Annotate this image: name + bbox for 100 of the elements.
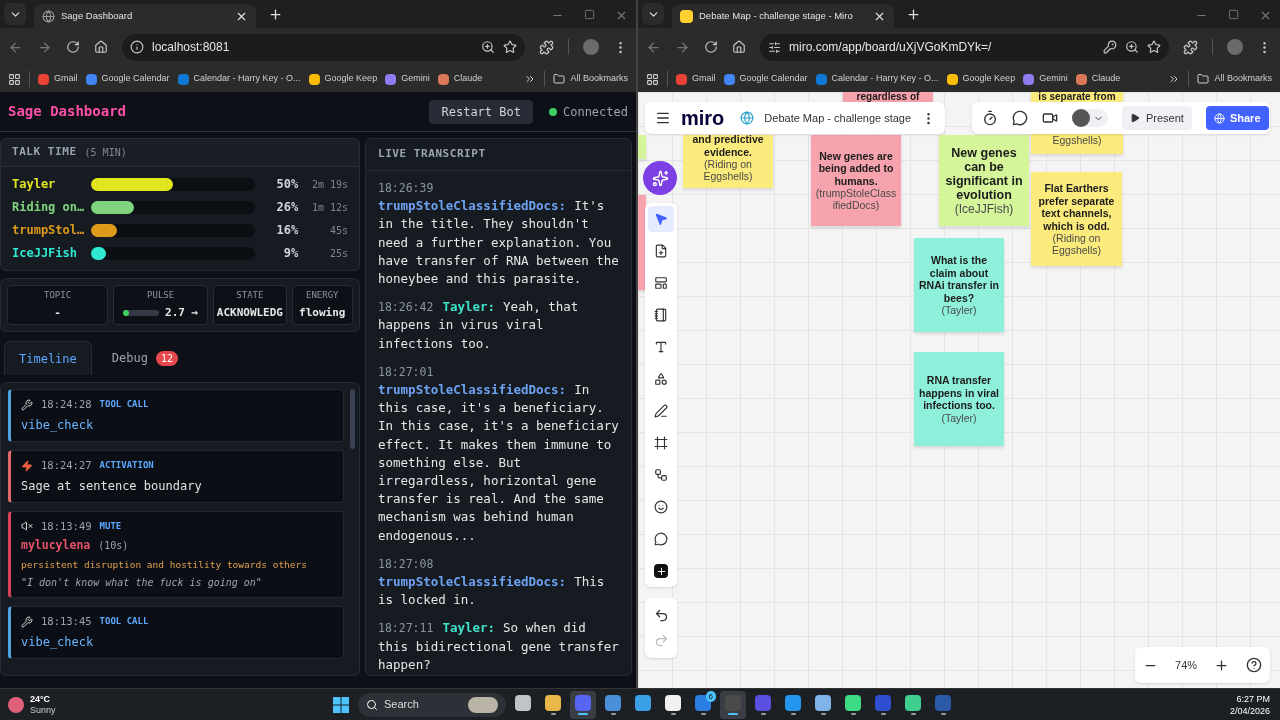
share-button[interactable]: Share <box>1205 106 1269 130</box>
bookmark[interactable]: Google Keep <box>308 72 378 86</box>
sticky-text: What is the claim about RNAi transfer in bees? <box>918 254 1000 304</box>
sticky-note[interactable]: regardless of <box>843 92 933 102</box>
taskbar-app[interactable] <box>570 690 596 719</box>
new-tab-icon[interactable] <box>268 7 283 22</box>
all-bookmarks[interactable]: All Bookmarks <box>1197 72 1272 86</box>
home-icon[interactable] <box>732 40 746 54</box>
present-button[interactable]: Present <box>1122 106 1192 130</box>
bookmark[interactable]: Gemini <box>1023 72 1068 86</box>
event-time: 18:24:27 <box>41 457 92 473</box>
weather-icon[interactable] <box>8 696 24 713</box>
back-icon[interactable] <box>646 39 661 55</box>
search-box[interactable]: Search <box>358 692 506 717</box>
key-icon[interactable] <box>1103 40 1117 54</box>
sticky-note[interactable]: RNA transfer happens in viral infections too. (Tayler) <box>914 352 1004 446</box>
bookmark[interactable]: Claude <box>1075 72 1121 86</box>
notification-badge: 6 <box>705 690 716 702</box>
bookmark[interactable]: Gmail <box>676 72 716 86</box>
sticky-author: (Tayler) <box>941 304 977 316</box>
weather-condition: Sunny <box>30 704 56 716</box>
bookmark[interactable]: Google Calendar <box>723 72 808 86</box>
reload-icon[interactable] <box>704 40 718 54</box>
profile-avatar[interactable] <box>583 39 599 55</box>
sticky-note[interactable]: and predictive evidence. (Riding on Eggshells) <box>683 135 773 188</box>
extensions-icon[interactable] <box>1183 39 1198 55</box>
mute-quote: "I don't know what the fuck is going on" <box>21 575 263 590</box>
muted-user: mylucylena <box>21 537 91 555</box>
template-icon <box>654 276 668 290</box>
maximize-icon[interactable] <box>584 9 595 20</box>
help-icon[interactable] <box>1245 657 1262 673</box>
zoom-level[interactable]: 74% <box>1175 656 1198 674</box>
cursor-tool[interactable] <box>648 206 674 232</box>
reload-icon[interactable] <box>66 40 80 54</box>
sticky-note[interactable]: New genes are being added to humans. (trumpStoleClassifiedDocs) <box>811 135 901 226</box>
tab-list-button[interactable] <box>4 3 26 25</box>
transcript-message: 18:27:08 trumpStoleClassifiedDocs: This is locked in. <box>378 555 606 610</box>
play-icon <box>1130 113 1140 123</box>
bookmark[interactable]: Claude <box>437 72 483 86</box>
clock-date: 2/04/2026 <box>1229 704 1270 717</box>
avatar-menu[interactable] <box>1072 109 1108 127</box>
smiley-icon <box>654 500 668 514</box>
home-icon[interactable] <box>94 40 108 54</box>
all-bookmarks[interactable]: All Bookmarks <box>553 72 628 86</box>
chat-icon[interactable] <box>1012 110 1028 126</box>
maximize-icon[interactable] <box>1228 9 1239 20</box>
star-icon[interactable] <box>1147 40 1161 54</box>
panel-title: TALK TIME <box>12 144 77 161</box>
back-icon[interactable] <box>8 39 23 55</box>
board-title[interactable]: Debate Map - challenge stage <box>764 109 912 127</box>
profile-avatar[interactable] <box>1227 39 1243 55</box>
new-tab-icon[interactable] <box>906 7 921 22</box>
apps-icon[interactable] <box>8 72 21 86</box>
sticky-text: regardless of <box>856 92 920 102</box>
favicon-icon <box>680 9 693 23</box>
forward-icon[interactable] <box>37 39 52 55</box>
video-icon[interactable] <box>1042 110 1058 126</box>
scrollbar-thumb[interactable] <box>350 389 355 449</box>
panel-tab[interactable]: Timeline <box>4 341 92 375</box>
apps-icon[interactable] <box>646 72 659 86</box>
sticky-note[interactable]: What is the claim about RNAi transfer in bees? (Tayler) <box>914 238 1004 332</box>
forward-icon[interactable] <box>675 39 690 55</box>
bookmark[interactable]: Gemini <box>385 72 430 86</box>
browser-tab[interactable]: Sage Dashboard <box>34 4 256 28</box>
temperature: 24°C <box>30 693 52 705</box>
bookmark[interactable]: Calendar - Harry Key - O... <box>177 72 301 86</box>
panel-tab[interactable]: Debug 12 <box>97 341 192 375</box>
site-settings-icon <box>768 40 781 54</box>
bookmark[interactable]: Google Keep <box>946 72 1016 86</box>
bookmark[interactable]: Calendar - Harry Key - O... <box>815 72 939 86</box>
restart-bot-button[interactable]: Restart Bot <box>429 99 533 124</box>
sticky-note[interactable]: Flat Earthers prefer separate text channels, which is odd. (Riding on Eggshells) <box>1031 172 1122 266</box>
taskbar-app[interactable] <box>720 690 746 719</box>
address-bar[interactable]: miro.com/app/board/uXjVGoKmDYk=/ <box>760 33 1169 61</box>
zoom-icon[interactable] <box>481 40 495 54</box>
bookmark[interactable]: Gmail <box>38 72 78 86</box>
menu-icon[interactable] <box>655 110 671 126</box>
talk-percent: 9% <box>282 245 299 262</box>
sticky-note[interactable]: New genes can be significant in evolution (IceJJFish) <box>939 135 1029 226</box>
search-highlight-picture <box>468 696 498 713</box>
timer-icon[interactable] <box>982 110 998 126</box>
address-bar[interactable]: localhost:8081 <box>122 33 525 61</box>
transcript-message: 18:27:01 trumpStoleClassifiedDocs: In this case, it's a beneficiary. In this case, it's a beneficiary effect. It makes them immune to something else. But irregardless, horizontal gene transfer is real. And the same mechanism was behind human endogenous... <box>378 363 619 545</box>
ai-assistant-button[interactable] <box>643 161 677 195</box>
taskbar-app[interactable]: 6 <box>690 690 716 719</box>
windows-logo-icon[interactable] <box>333 696 349 713</box>
extensions-icon[interactable] <box>539 39 554 55</box>
zoom-icon[interactable] <box>1125 40 1139 54</box>
miro-logo[interactable]: miro <box>681 108 725 128</box>
zoom-in-icon[interactable] <box>1213 657 1229 673</box>
browser-tab[interactable]: Debate Map - challenge stage - Miro <box>672 4 894 28</box>
star-icon[interactable] <box>503 40 517 54</box>
event-type: MUTE <box>99 519 122 533</box>
tab-list-button[interactable] <box>642 3 664 25</box>
bookmark[interactable]: Google Calendar <box>85 72 170 86</box>
whiteboard-canvas[interactable] <box>638 92 1280 688</box>
undo-icon[interactable] <box>653 608 669 623</box>
talk-percent: 50% <box>275 176 299 193</box>
sticky-text: New genes can be significant in evolution <box>944 145 1024 202</box>
shapes-icon <box>654 372 668 386</box>
